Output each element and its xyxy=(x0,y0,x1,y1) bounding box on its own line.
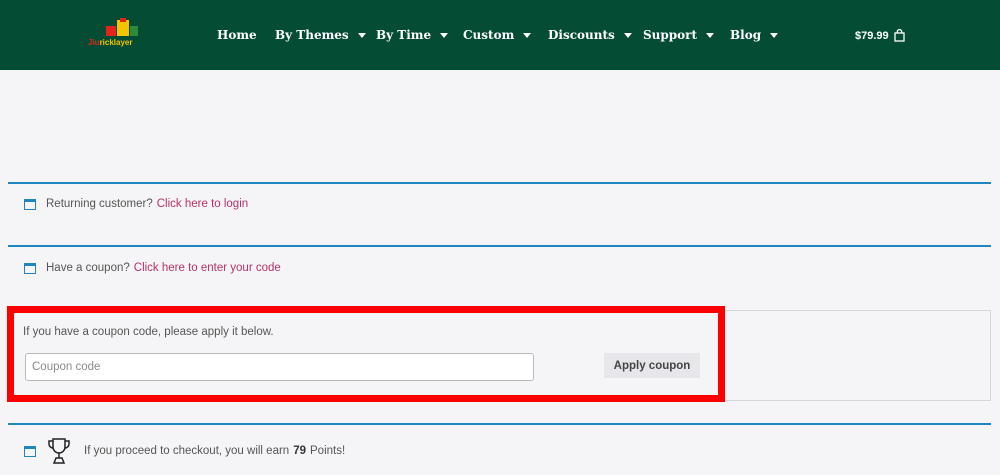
login-link[interactable]: Click here to login xyxy=(157,198,248,210)
chevron-down-icon xyxy=(623,32,632,38)
nav-by-time[interactable]: By Time xyxy=(376,28,449,42)
points-value: 79 xyxy=(293,445,306,457)
calendar-icon xyxy=(24,198,36,210)
points-notice: If you proceed to checkout, you will ear… xyxy=(8,423,991,475)
highlight-annotation xyxy=(7,306,725,402)
points-text: If you proceed to checkout, you will ear… xyxy=(84,445,290,457)
login-notice-text: Returning customer? xyxy=(46,198,153,210)
nav-support[interactable]: Support xyxy=(643,28,715,42)
calendar-icon xyxy=(24,445,36,457)
chevron-down-icon xyxy=(357,32,366,38)
nav-by-themes[interactable]: By Themes xyxy=(275,28,366,42)
login-notice: Returning customer? Click here to login xyxy=(8,182,991,242)
cart-total: $79.99 xyxy=(855,29,889,42)
chevron-down-icon xyxy=(440,32,449,38)
site-header: Jiuricklayer Home By Themes By Time Cust… xyxy=(0,0,1000,70)
nav-custom[interactable]: Custom xyxy=(463,28,532,42)
chevron-down-icon xyxy=(706,32,715,38)
coupon-notice: Have a coupon? Click here to enter your … xyxy=(8,245,991,305)
nav-home[interactable]: Home xyxy=(217,28,257,42)
cart-button[interactable]: $79.99 xyxy=(855,29,905,42)
shopping-bag-icon xyxy=(894,29,905,42)
chevron-down-icon xyxy=(523,32,532,38)
nav-discounts[interactable]: Discounts xyxy=(548,28,632,42)
enter-coupon-link[interactable]: Click here to enter your code xyxy=(134,262,281,274)
chevron-down-icon xyxy=(770,32,779,38)
calendar-icon xyxy=(24,262,36,274)
trophy-icon xyxy=(48,438,70,464)
coupon-notice-text: Have a coupon? xyxy=(46,262,130,274)
nav-blog[interactable]: Blog xyxy=(730,28,779,42)
points-text-after: Points! xyxy=(310,445,346,457)
site-logo[interactable]: Jiuricklayer xyxy=(88,18,148,50)
logo-text: Jiuricklayer xyxy=(88,38,133,47)
logo-blocks-icon xyxy=(106,18,138,36)
